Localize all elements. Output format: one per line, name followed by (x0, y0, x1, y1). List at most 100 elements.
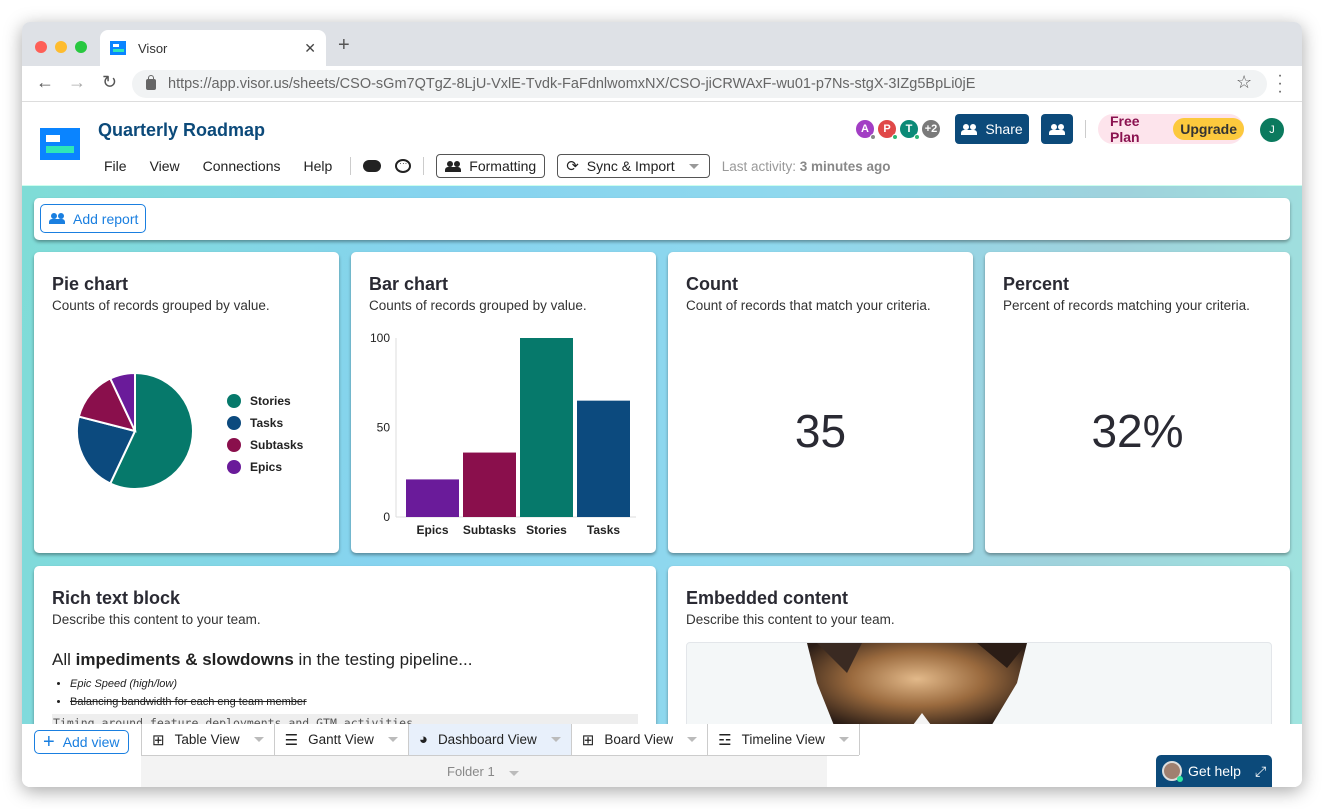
rich-text-heading: All impediments & slowdowns in the testi… (52, 650, 472, 670)
embedded-content-card[interactable]: Embedded content Describe this content t… (668, 566, 1290, 746)
visor-logo-icon[interactable] (40, 128, 80, 160)
get-help-button[interactable]: Get help ⤢ (1156, 755, 1272, 787)
bookmark-star-icon[interactable]: ☆ (1236, 72, 1252, 93)
avatar-initial: T (905, 123, 913, 135)
legend-swatch (227, 394, 241, 408)
x-tick-label: Epics (416, 523, 448, 537)
plan-badge: Free Plan Upgrade (1098, 113, 1244, 145)
cloud-saved-icon[interactable] (363, 160, 382, 172)
document-title[interactable]: Quarterly Roadmap (98, 120, 265, 141)
close-tab-icon[interactable]: ✕ (304, 40, 316, 57)
back-icon[interactable]: ← (36, 72, 54, 93)
divider (423, 157, 425, 175)
folder-row: Folder 1 (141, 756, 827, 787)
card-subtitle: Counts of records grouped by value. (369, 298, 587, 313)
card-title: Count (686, 274, 738, 294)
close-window-button[interactable] (35, 41, 47, 53)
menu-help[interactable]: Help (303, 158, 332, 174)
bar-tasks[interactable] (577, 400, 630, 517)
card-title: Rich text block (52, 588, 181, 608)
card-subtitle: Describe this content to your team. (686, 612, 895, 627)
percent-card[interactable]: Percent Percent of records matching your… (985, 252, 1290, 553)
text-run: in the testing pipeline... (293, 650, 473, 669)
tab-strip: Visor ✕ + (22, 22, 1302, 66)
people-icon (961, 123, 978, 135)
chevron-down-icon[interactable] (687, 737, 698, 742)
pie-chart (76, 371, 194, 490)
table-icon: ⊞ (152, 731, 165, 749)
support-agent-avatar (1162, 761, 1183, 782)
view-tab-label: Board View (604, 732, 674, 747)
new-tab-icon[interactable]: + (338, 34, 350, 57)
chevron-down-icon[interactable] (387, 737, 398, 742)
lock-icon (146, 74, 156, 90)
minimize-window-button[interactable] (55, 41, 67, 53)
view-tabs: ⊞ Table View ☰ Gantt View ◕ Dashboard View ⊞ Bo… (141, 724, 860, 756)
view-tab[interactable]: ◕ Dashboard View (407, 724, 572, 755)
bar-stories[interactable] (520, 338, 573, 517)
bar-epics[interactable] (406, 479, 459, 517)
add-report-label: Add report (73, 210, 139, 227)
reload-icon[interactable]: ↻ (102, 72, 117, 93)
last-activity-label: Last activity: (721, 158, 796, 174)
collaborator-avatar[interactable]: P (878, 120, 898, 140)
view-tab[interactable]: ⊞ Board View (570, 724, 709, 755)
percent-value: 32% (1091, 405, 1184, 457)
collaborator-avatar[interactable]: +2 (922, 120, 940, 138)
chevron-down-icon[interactable] (253, 737, 264, 742)
address-bar-row: ← → ↻ https://app.visor.us/sheets/CSO-sG… (22, 66, 1302, 102)
menu-connections[interactable]: Connections (203, 158, 281, 174)
divider (350, 157, 352, 175)
view-tab-label: Table View (174, 732, 240, 747)
pie-chart-card[interactable]: Pie chart Counts of records grouped by v… (34, 252, 339, 553)
view-tab[interactable]: ⊞ Table View (141, 724, 275, 755)
chevron-down-icon[interactable] (838, 737, 849, 742)
forward-icon[interactable]: → (68, 72, 86, 93)
menu-bar: File View Connections Help ··· Formattin… (104, 154, 891, 178)
cat-image (807, 643, 1027, 731)
team-button[interactable] (1041, 114, 1073, 144)
people-icon (445, 160, 462, 172)
x-tick-label: Tasks (587, 523, 620, 537)
embedded-cat-image[interactable] (686, 642, 1272, 732)
add-view-button[interactable]: + Add view (34, 730, 129, 754)
card-subtitle: Describe this content to your team. (52, 612, 261, 627)
chevron-down-icon (508, 771, 519, 776)
collaborator-avatar[interactable]: A (856, 120, 876, 140)
sync-import-dropdown[interactable]: ⟳ Sync & Import (557, 154, 710, 178)
bar-subtasks[interactable] (463, 452, 516, 517)
count-card[interactable]: Count Count of records that match your c… (668, 252, 973, 553)
menu-view[interactable]: View (150, 158, 180, 174)
gantt-icon: ☰ (284, 731, 299, 749)
bar-chart: 0 50 100 Epics Subtasks Stories Tasks (370, 331, 636, 537)
legend-item: Tasks (227, 412, 303, 434)
comment-icon[interactable]: ··· (395, 159, 412, 173)
card-title: Bar chart (369, 274, 449, 294)
browser-menu-icon[interactable]: · · · (1277, 68, 1283, 100)
maximize-window-button[interactable] (75, 41, 87, 53)
share-button[interactable]: Share (955, 114, 1029, 144)
last-activity-value: 3 minutes ago (799, 158, 891, 174)
text-run: All (52, 650, 76, 669)
sync-label: Sync & Import (586, 158, 675, 174)
bar-chart-card[interactable]: Bar chart Counts of records grouped by v… (351, 252, 656, 553)
folder-dropdown[interactable]: Folder 1 (447, 764, 519, 779)
count-value: 35 (794, 405, 847, 457)
expand-icon[interactable]: ⤢ (1255, 763, 1266, 780)
rich-text-card[interactable]: Rich text block Describe this content to… (34, 566, 656, 746)
add-report-button[interactable]: Add report (40, 204, 146, 233)
browser-tab[interactable]: Visor ✕ (100, 30, 326, 66)
user-avatar[interactable]: J (1260, 118, 1284, 142)
formatting-button[interactable]: Formatting (436, 154, 546, 178)
url-field[interactable]: https://app.visor.us/sheets/CSO-sGm7QTgZ… (132, 70, 1267, 98)
menu-file[interactable]: File (104, 158, 127, 174)
view-tab[interactable]: ☲ Timeline View (707, 724, 860, 755)
x-tick-label: Stories (526, 523, 567, 537)
view-tab[interactable]: ☰ Gantt View (273, 724, 409, 755)
people-icon (1049, 123, 1065, 135)
chevron-down-icon[interactable] (550, 737, 561, 742)
collaborator-avatar[interactable]: T (900, 120, 920, 140)
upgrade-button[interactable]: Upgrade (1173, 118, 1244, 140)
timeline-icon: ☲ (718, 731, 732, 749)
card-subtitle: Count of records that match your criteri… (686, 298, 931, 313)
